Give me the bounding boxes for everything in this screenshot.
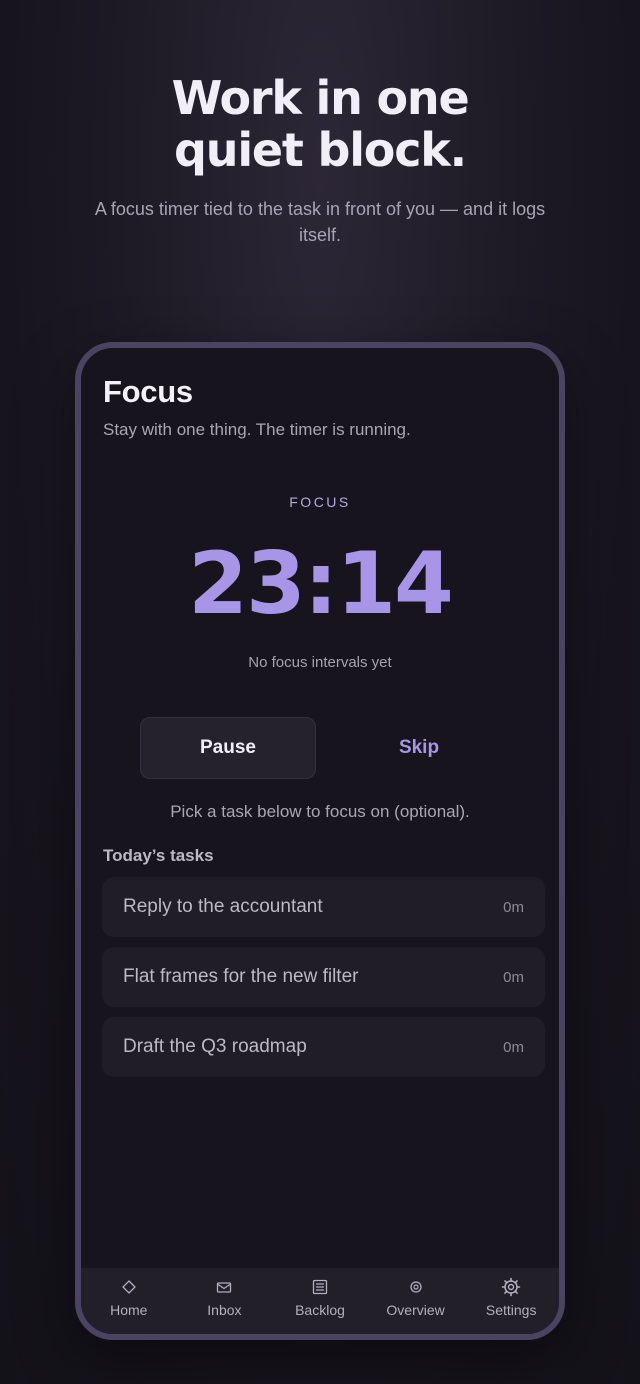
tab-backlog[interactable]: Backlog xyxy=(272,1268,368,1334)
tab-inbox-label: Inbox xyxy=(207,1302,242,1318)
tab-inbox[interactable]: Inbox xyxy=(177,1268,273,1334)
task-time: 0m xyxy=(503,898,524,916)
list-icon xyxy=(312,1276,328,1298)
skip-button[interactable]: Skip xyxy=(331,717,507,779)
inbox-icon xyxy=(216,1276,232,1298)
page-title: Focus xyxy=(103,374,193,409)
focus-screen: Focus Stay with one thing. The timer is … xyxy=(81,348,559,1334)
diamond-icon xyxy=(121,1276,136,1298)
tab-home[interactable]: Home xyxy=(81,1268,177,1334)
page-subtitle: Stay with one thing. The timer is runnin… xyxy=(103,420,411,439)
task-name: Flat frames for the new filter xyxy=(123,966,359,987)
timer-display: 23:14 xyxy=(188,534,454,634)
tab-bar: Home Inbox Backlog Overview Settings xyxy=(81,1268,559,1334)
task-hint: Pick a task below to focus on (optional)… xyxy=(170,802,470,821)
tasks-heading: Today’s tasks xyxy=(103,846,214,865)
pause-button[interactable]: Pause xyxy=(140,717,316,779)
hero: Work in one quiet block. A focus timer t… xyxy=(0,72,640,248)
gear-icon xyxy=(501,1276,521,1298)
hero-headline-line2: quiet block. xyxy=(174,123,467,177)
tab-overview-label: Overview xyxy=(386,1302,445,1318)
intervals-status: No focus intervals yet xyxy=(248,654,392,671)
tab-home-label: Home xyxy=(110,1302,148,1318)
phone-frame: Focus Stay with one thing. The timer is … xyxy=(75,342,565,1340)
task-list: Reply to the accountant 0m Flat frames f… xyxy=(102,877,545,1087)
task-time: 0m xyxy=(503,1038,524,1056)
hero-headline: Work in one quiet block. xyxy=(0,72,640,176)
target-icon xyxy=(409,1276,423,1298)
hero-headline-line1: Work in one xyxy=(171,71,470,125)
tab-settings-label: Settings xyxy=(485,1302,537,1318)
tab-overview[interactable]: Overview xyxy=(368,1268,464,1334)
task-time: 0m xyxy=(503,968,524,986)
task-item[interactable]: Draft the Q3 roadmap 0m xyxy=(102,1017,545,1077)
tab-settings[interactable]: Settings xyxy=(463,1268,559,1334)
task-item[interactable]: Flat frames for the new filter 0m xyxy=(102,947,545,1007)
tab-backlog-label: Backlog xyxy=(295,1302,345,1318)
hero-subhead: A focus timer tied to the task in front … xyxy=(94,199,546,245)
task-item[interactable]: Reply to the accountant 0m xyxy=(102,877,545,937)
task-name: Reply to the accountant xyxy=(123,896,323,917)
task-name: Draft the Q3 roadmap xyxy=(123,1036,307,1057)
mode-label: FOCUS xyxy=(289,494,351,510)
